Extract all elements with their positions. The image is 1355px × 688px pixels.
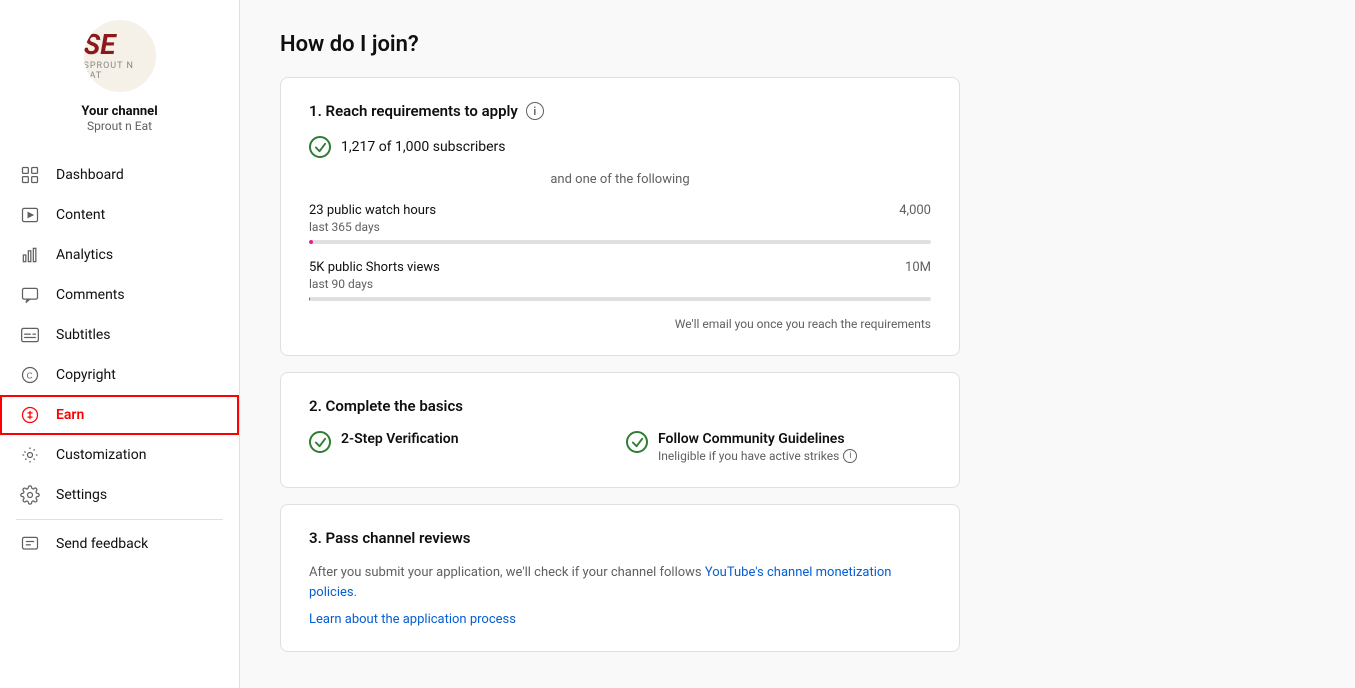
customization-icon	[20, 445, 40, 465]
dashboard-icon	[20, 165, 40, 185]
requirements-card-title: 1. Reach requirements to apply i	[309, 102, 931, 120]
guidelines-sub: Ineligible if you have active strikes i	[658, 449, 857, 463]
shorts-sublabel: last 90 days	[309, 277, 931, 291]
and-separator: and one of the following	[309, 172, 931, 187]
copyright-icon: C	[20, 365, 40, 385]
verification-item: 2-Step Verification	[309, 431, 614, 463]
channel-handle: Sprout n Eat	[87, 119, 152, 133]
feedback-icon	[20, 534, 40, 554]
logo-initials: SE	[84, 31, 156, 59]
verification-text: 2-Step Verification	[341, 431, 459, 447]
guidelines-label: Follow Community Guidelines	[658, 431, 857, 447]
sidebar: SE SPROUT N EAT Your channel Sprout n Ea…	[0, 0, 240, 688]
customization-label: Customization	[56, 447, 146, 463]
sidebar-item-settings[interactable]: Settings	[0, 475, 239, 515]
logo-subtitle: SPROUT N EAT	[84, 61, 156, 81]
earn-icon	[20, 405, 40, 425]
reviews-desc: After you submit your application, we'll…	[309, 563, 931, 602]
watch-hours-label: 23 public watch hours	[309, 203, 436, 218]
strikes-info-icon[interactable]: i	[843, 449, 857, 463]
verification-check-icon	[309, 431, 331, 453]
shorts-label: 5K public Shorts views	[309, 260, 440, 275]
sidebar-item-subtitles[interactable]: Subtitles	[0, 315, 239, 355]
learn-application-link[interactable]: Learn about the application process	[309, 612, 931, 627]
earn-label: Earn	[56, 407, 84, 423]
dashboard-label: Dashboard	[56, 167, 124, 183]
subscribers-row: 1,217 of 1,000 subscribers	[309, 136, 931, 158]
guidelines-check-icon	[626, 431, 648, 453]
subscribers-label: 1,217 of 1,000 subscribers	[341, 139, 506, 155]
content-label: Content	[56, 207, 105, 223]
shorts-views-section: 5K public Shorts views 10M last 90 days	[309, 260, 931, 301]
email-notice: We'll email you once you reach the requi…	[309, 317, 931, 331]
requirements-card: 1. Reach requirements to apply i 1,217 o…	[280, 77, 960, 356]
guidelines-text: Follow Community Guidelines Ineligible i…	[658, 431, 857, 463]
analytics-icon	[20, 245, 40, 265]
sidebar-divider	[16, 519, 223, 520]
subtitles-label: Subtitles	[56, 327, 111, 343]
sidebar-item-earn[interactable]: Earn	[0, 395, 239, 435]
subscribers-check-icon	[309, 136, 331, 158]
analytics-label: Analytics	[56, 247, 113, 263]
content-icon	[20, 205, 40, 225]
sidebar-item-copyright[interactable]: C Copyright	[0, 355, 239, 395]
shorts-progress-bg	[309, 297, 931, 301]
basics-grid: 2-Step Verification Follow Community Gui…	[309, 431, 931, 463]
watch-hours-progress-fill	[309, 240, 313, 244]
shorts-target: 10M	[905, 260, 931, 275]
guidelines-item: Follow Community Guidelines Ineligible i…	[626, 431, 931, 463]
basics-card-title: 2. Complete the basics	[309, 397, 931, 415]
sidebar-item-dashboard[interactable]: Dashboard	[0, 155, 239, 195]
channel-logo-section: SE SPROUT N EAT Your channel Sprout n Ea…	[0, 0, 239, 155]
watch-hours-target: 4,000	[899, 203, 931, 218]
watch-hours-progress-bg	[309, 240, 931, 244]
verification-label: 2-Step Verification	[341, 431, 459, 447]
sidebar-item-content[interactable]: Content	[0, 195, 239, 235]
sidebar-item-customization[interactable]: Customization	[0, 435, 239, 475]
reviews-card-title: 3. Pass channel reviews	[309, 529, 931, 547]
settings-icon	[20, 485, 40, 505]
comments-icon	[20, 285, 40, 305]
subtitles-icon	[20, 325, 40, 345]
channel-logo: SE SPROUT N EAT	[84, 20, 156, 92]
settings-label: Settings	[56, 487, 107, 503]
feedback-label: Send feedback	[56, 536, 148, 552]
main-content: How do I join? 1. Reach requirements to …	[240, 0, 1355, 688]
basics-card: 2. Complete the basics 2-Step Verificati…	[280, 372, 960, 488]
watch-hours-sublabel: last 365 days	[309, 220, 931, 234]
channel-name: Your channel	[81, 104, 157, 119]
shorts-labels: 5K public Shorts views 10M	[309, 260, 931, 275]
watch-hours-labels: 23 public watch hours 4,000	[309, 203, 931, 218]
sidebar-item-analytics[interactable]: Analytics	[0, 235, 239, 275]
sidebar-item-comments[interactable]: Comments	[0, 275, 239, 315]
copyright-label: Copyright	[56, 367, 116, 383]
requirements-info-icon[interactable]: i	[526, 102, 544, 120]
sidebar-item-feedback[interactable]: Send feedback	[0, 524, 239, 564]
reviews-card: 3. Pass channel reviews After you submit…	[280, 504, 960, 652]
comments-label: Comments	[56, 287, 125, 303]
watch-hours-section: 23 public watch hours 4,000 last 365 day…	[309, 203, 931, 244]
page-title: How do I join?	[280, 32, 1315, 57]
svg-text:C: C	[27, 370, 33, 380]
